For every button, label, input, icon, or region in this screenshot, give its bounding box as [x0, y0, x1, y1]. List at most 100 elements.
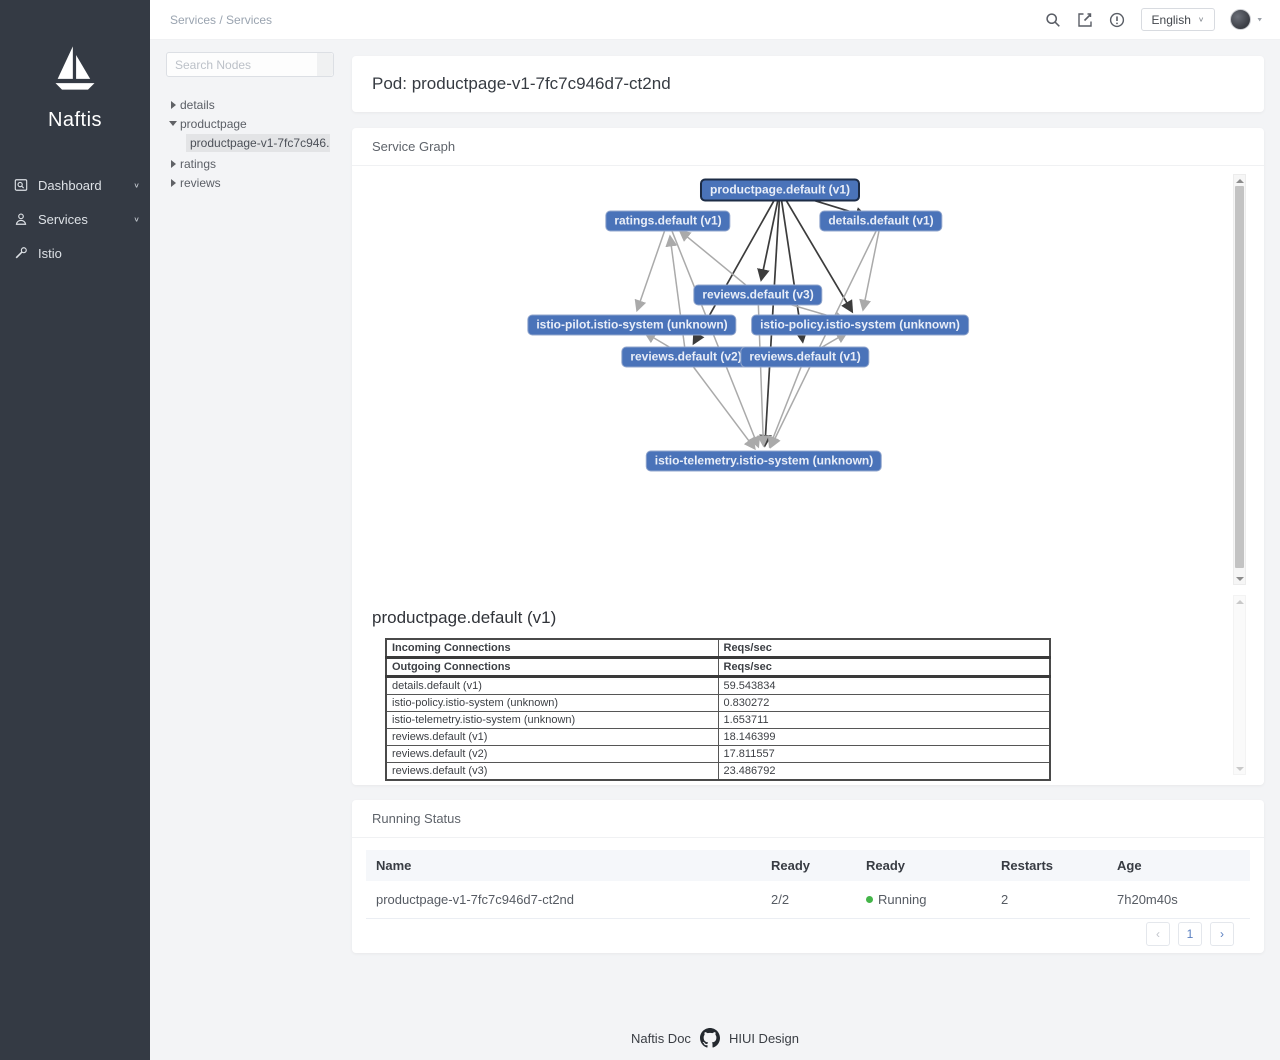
scroll-up-icon[interactable] — [1234, 596, 1245, 607]
current-page-button[interactable]: 1 — [1178, 922, 1202, 946]
column-header: Outgoing Connections — [385, 657, 719, 678]
sidebar-item-label: Services — [38, 211, 88, 227]
connection-name: reviews.default (v2) — [385, 745, 719, 763]
detail-scrollbar[interactable] — [1233, 595, 1246, 775]
pod-title: Pod: productpage-v1-7fc7c946d7-ct2nd — [372, 74, 671, 93]
connection-name: reviews.default (v3) — [385, 762, 719, 781]
column-header-name-0: Name — [376, 858, 412, 873]
service-graph-card: Service Graph productpage.default (v1) ra… — [352, 128, 1264, 785]
search-nodes-input[interactable] — [166, 52, 334, 77]
footer-doc-link[interactable]: Naftis Doc — [631, 1031, 691, 1046]
column-header: Reqs/sec — [717, 638, 1051, 659]
sidebar-nav: Dashboard ∨ Services ∨ Istio — [0, 168, 150, 270]
info-icon[interactable] — [1109, 11, 1126, 28]
github-icon[interactable] — [699, 1028, 720, 1048]
column-header: Reqs/sec — [717, 657, 1051, 678]
graph-node-istio_pilot[interactable]: istio-pilot.istio-system (unknown) — [527, 314, 737, 336]
connection-reqs: 59.543834 — [717, 676, 1051, 695]
connection-name: istio-telemetry.istio-system (unknown) — [385, 711, 719, 729]
connections-table-header-row: Incoming Connections Reqs/sec — [385, 638, 1051, 659]
pod-card: Pod: productpage-v1-7fc7c946d7-ct2nd — [352, 56, 1264, 112]
graph-node-reviews_v3[interactable]: reviews.default (v3) — [693, 284, 823, 306]
scrollbar-thumb[interactable] — [1235, 186, 1244, 568]
graph-node-reviews_v1[interactable]: reviews.default (v1) — [740, 346, 870, 368]
tree-item-label: ratings — [180, 156, 217, 171]
connection-reqs: 18.146399 — [717, 728, 1051, 746]
service-graph-header: Service Graph — [352, 128, 1264, 166]
sidebar: Naftis Dashboard ∨ Services ∨ Istio — [0, 0, 150, 1060]
service-graph-canvas: productpage.default (v1) ratings.default … — [352, 166, 1264, 590]
running-status-header: Running Status — [352, 800, 1264, 838]
tree-item-label: details — [180, 97, 215, 112]
column-header: Incoming Connections — [385, 638, 719, 659]
user-menu[interactable]: ▾ — [1230, 9, 1262, 30]
scroll-down-icon[interactable] — [1234, 573, 1245, 584]
graph-scrollbar[interactable] — [1233, 174, 1246, 585]
connection-name: reviews.default (v1) — [385, 728, 719, 746]
caret-right-icon[interactable] — [166, 178, 180, 187]
app-title: Naftis — [47, 109, 103, 131]
wrench-icon — [14, 246, 29, 261]
table-body: productpage-v1-7fc7c946d7-ct2nd 2/2 Runnin… — [366, 881, 1250, 919]
connection-row: istio-telemetry.istio-system (unknown) 1.… — [385, 711, 1051, 729]
tree-child-item[interactable]: productpage-v1-7fc7c946... — [186, 134, 330, 152]
sidebar-item-istio[interactable]: Istio — [0, 236, 150, 270]
sidebar-item-services[interactable]: Services ∨ — [0, 202, 150, 236]
cell-3: 2 — [1001, 892, 1009, 907]
chevron-down-icon: ∨ — [133, 180, 140, 189]
graph-node-istio_telemetry[interactable]: istio-telemetry.istio-system (unknown) — [645, 450, 883, 472]
connection-row: reviews.default (v1) 18.146399 — [385, 728, 1051, 746]
column-header-restarts-3: Restarts — [1001, 858, 1054, 873]
edit-icon[interactable] — [1077, 11, 1094, 28]
search-icon[interactable] — [1045, 11, 1062, 28]
page-footer: Naftis Doc HIUI Design — [150, 1028, 1280, 1048]
tree-item-productpage[interactable]: productpage — [166, 114, 334, 133]
connection-reqs: 1.653711 — [717, 711, 1051, 729]
dashboard-icon — [14, 178, 29, 193]
scroll-up-icon[interactable] — [1234, 175, 1245, 186]
connection-row: reviews.default (v2) 17.811557 — [385, 745, 1051, 763]
footer-design-link[interactable]: HIUI Design — [729, 1031, 799, 1046]
topbar-actions: English ∨ ▾ — [1045, 8, 1262, 31]
sidebar-item-dashboard[interactable]: Dashboard ∨ — [0, 168, 150, 202]
graph-node-productpage[interactable]: productpage.default (v1) — [699, 178, 861, 202]
graph-edge — [767, 366, 803, 449]
language-select[interactable]: English ∨ — [1140, 8, 1216, 31]
connection-reqs: 23.486792 — [717, 762, 1051, 781]
topbar: Services / Services English ∨ ▾ — [150, 0, 1280, 40]
graph-node-details[interactable]: details.default (v1) — [819, 210, 943, 232]
caret-down-icon[interactable] — [166, 121, 180, 126]
chevron-down-icon: ▾ — [1257, 15, 1262, 24]
graph-edge — [691, 364, 756, 451]
chevron-down-icon: ∨ — [133, 214, 140, 223]
table-header-row: Name Ready Ready Restarts Age — [366, 850, 1250, 881]
scroll-down-icon[interactable] — [1234, 763, 1245, 774]
graph-edge — [671, 230, 761, 449]
status-badge: Running — [866, 892, 1001, 907]
caret-right-icon[interactable] — [166, 100, 180, 109]
node-tree-panel: details productpage productpage-v1-7fc7c94… — [166, 52, 334, 192]
column-header-ready-2: Ready — [866, 858, 906, 873]
sidebar-item-label: Dashboard — [38, 177, 102, 193]
graph-node-ratings[interactable]: ratings.default (v1) — [605, 210, 731, 232]
tree-item-label: reviews — [180, 175, 221, 190]
caret-right-icon[interactable] — [166, 159, 180, 168]
next-page-button[interactable]: › — [1210, 922, 1234, 946]
services-icon — [14, 212, 29, 227]
connection-row: details.default (v1) 59.543834 — [385, 676, 1051, 695]
cell-0: productpage-v1-7fc7c946d7-ct2nd — [376, 892, 575, 907]
service-tree: details productpage productpage-v1-7fc7c94… — [166, 95, 334, 192]
tree-item-details[interactable]: details — [166, 95, 334, 114]
connection-reqs: 17.811557 — [717, 745, 1051, 763]
cell-4: 7h20m40s — [1117, 892, 1178, 907]
connections-table: Incoming Connections Reqs/sec Outgoing Con… — [385, 638, 1051, 781]
graph-node-istio_policy[interactable]: istio-policy.istio-system (unknown) — [751, 314, 969, 336]
avatar[interactable] — [1230, 9, 1252, 30]
prev-page-button[interactable]: ‹ — [1146, 922, 1170, 946]
tree-item-reviews[interactable]: reviews — [166, 173, 334, 192]
chevron-down-icon: ∨ — [1197, 15, 1205, 24]
tree-item-ratings[interactable]: ratings — [166, 154, 334, 173]
graph-edges — [634, 192, 880, 451]
graph-node-reviews_v2[interactable]: reviews.default (v2) — [621, 346, 751, 368]
running-status-card: Running Status Name Ready Ready Restarts Age… — [352, 800, 1264, 953]
